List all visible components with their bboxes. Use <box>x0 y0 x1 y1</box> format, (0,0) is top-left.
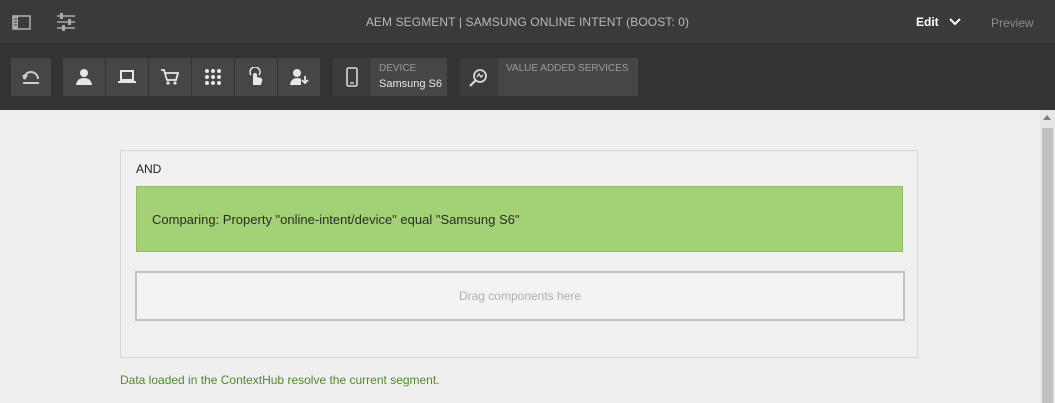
services-label: VALUE ADDED SERVICES <box>506 63 629 74</box>
value-added-services-component[interactable]: VALUE ADDED SERVICES <box>460 58 638 96</box>
scroll-up-icon[interactable] <box>1043 115 1051 120</box>
vertical-scrollbar[interactable] <box>1040 110 1055 403</box>
device-value: Samsung S6 <box>379 78 442 90</box>
chevron-down-icon[interactable] <box>947 14 963 30</box>
drop-zone-placeholder: Drag components here <box>458 289 582 303</box>
component-toolbar: DEVICE Samsung S6 VALUE ADDED SERVICES <box>0 44 1055 110</box>
status-message: Data loaded in the ContextHub resolve th… <box>120 373 440 387</box>
user-component-button[interactable] <box>63 58 105 96</box>
preview-button[interactable]: Preview <box>991 16 1034 30</box>
group-operator: AND <box>136 162 162 176</box>
condition-text: Comparing: Property "online-intent/devic… <box>152 212 520 227</box>
edit-mode-button[interactable]: Edit <box>916 15 939 29</box>
device-label: DEVICE <box>379 63 417 74</box>
device-component[interactable]: DEVICE Samsung S6 <box>333 58 447 96</box>
touch-component-button[interactable] <box>235 58 277 96</box>
apps-component-button[interactable] <box>192 58 234 96</box>
drop-zone[interactable]: Drag components here <box>135 271 905 321</box>
scrollbar-thumb[interactable] <box>1042 128 1053 403</box>
laptop-component-button[interactable] <box>106 58 148 96</box>
page-title: AEM SEGMENT | SAMSUNG ONLINE INTENT (BOO… <box>365 15 690 29</box>
user-action-component-button[interactable] <box>278 58 320 96</box>
services-icon-box <box>460 58 498 96</box>
and-container[interactable]: AND Comparing: Property "online-intent/d… <box>120 150 918 358</box>
comparison-condition[interactable]: Comparing: Property "online-intent/devic… <box>136 186 903 252</box>
cart-component-button[interactable] <box>149 58 191 96</box>
undo-button[interactable] <box>11 58 51 96</box>
top-bar: AEM SEGMENT | SAMSUNG ONLINE INTENT (BOO… <box>0 0 1055 44</box>
device-icon-box <box>333 58 371 96</box>
